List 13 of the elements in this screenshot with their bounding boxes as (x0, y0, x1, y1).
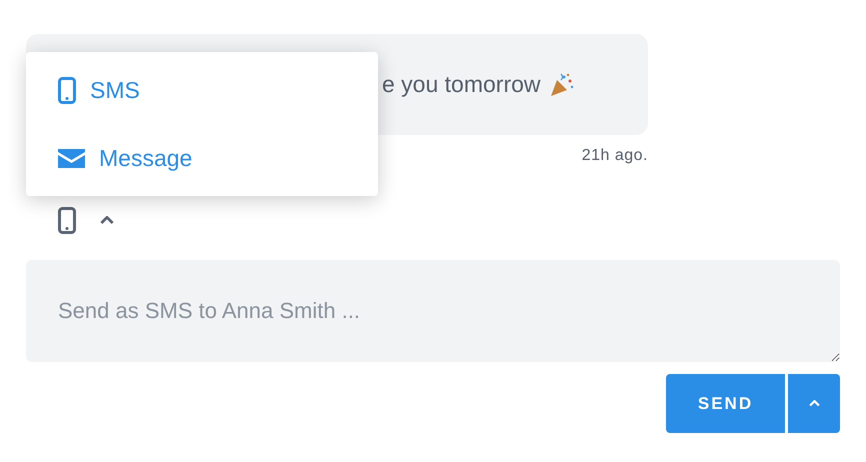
menu-item[interactable]: SMS (26, 76, 378, 104)
message-input[interactable]: Send as SMS to Anna Smith ... (26, 260, 840, 362)
chevron-up-icon (808, 400, 820, 407)
message-text: e you tomorrow (382, 71, 541, 98)
menu-item[interactable]: Message (26, 144, 378, 172)
message-time: 21h ago. (582, 147, 648, 165)
party-popper-icon (548, 72, 575, 98)
send-button[interactable]: SEND (666, 374, 785, 433)
channel-menu-toggle[interactable] (100, 216, 114, 224)
phone-icon (58, 76, 76, 104)
mail-icon (58, 148, 85, 168)
channel-button[interactable] (58, 206, 76, 234)
phone-icon (58, 206, 76, 234)
